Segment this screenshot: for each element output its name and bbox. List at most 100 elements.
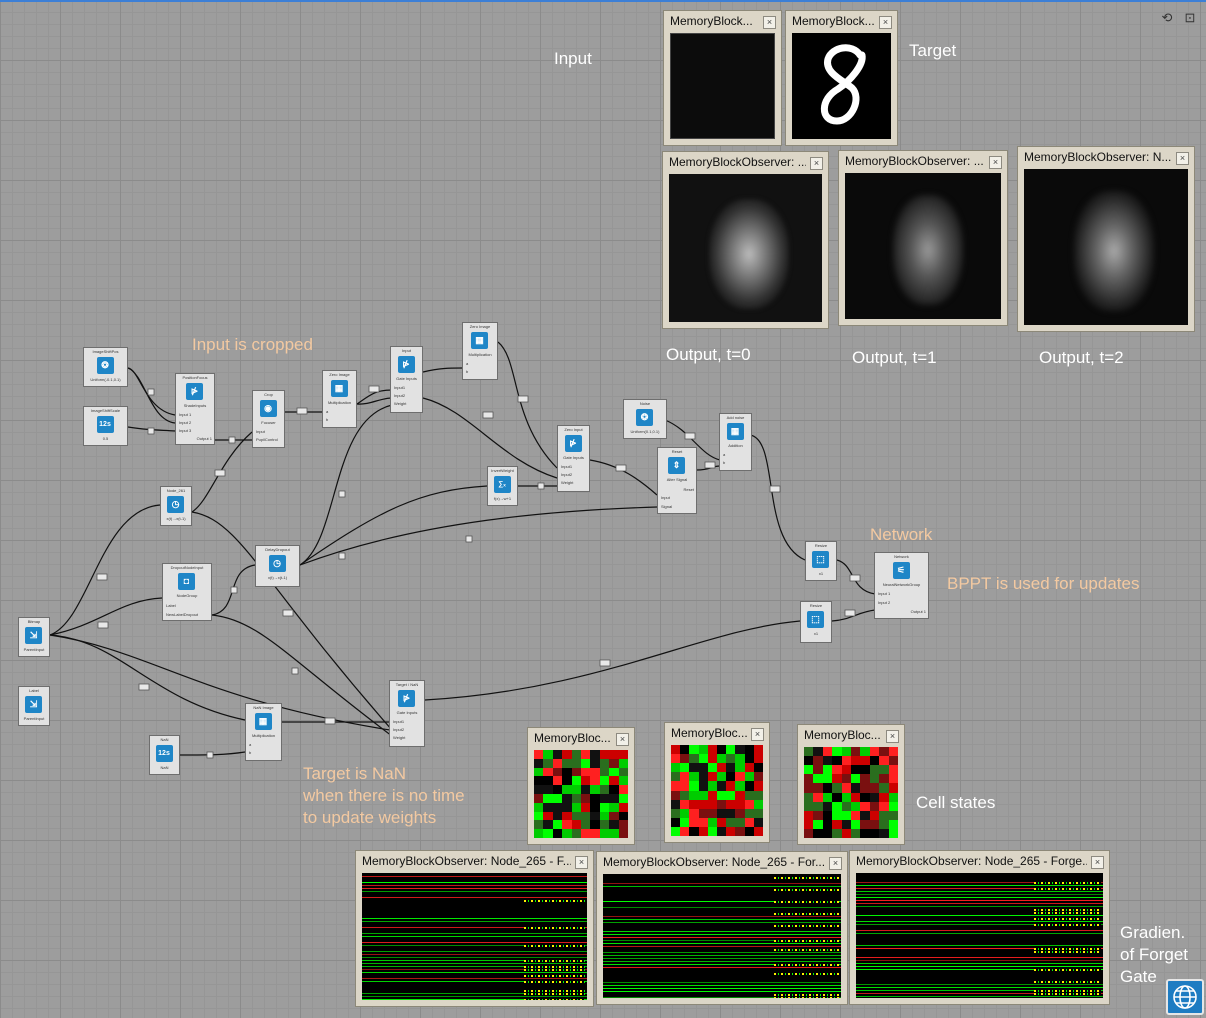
gradient-line <box>362 951 587 952</box>
gradient-noise <box>1033 912 1101 914</box>
close-icon[interactable]: × <box>1176 152 1189 165</box>
node-network[interactable]: Network ⚟ NeuralNetworkGroup Input 1 Inp… <box>874 552 929 619</box>
gradient-noise <box>1033 918 1101 920</box>
observer-cell-state-3[interactable]: MemoryBloc... × <box>797 724 905 845</box>
function-icon: ∑ₓ <box>493 476 511 493</box>
port-label: Input2 <box>394 393 406 398</box>
observer-cell-state-2[interactable]: MemoryBloc... × <box>664 722 770 843</box>
cell-square <box>841 828 852 838</box>
node-invert-weight[interactable]: InvertWeight ∑ₓ f(x)→w+1 <box>487 466 518 506</box>
gradient-line <box>362 921 587 922</box>
node-title: Input <box>402 348 411 353</box>
cell-square <box>888 828 898 838</box>
gate-icon: ⋫ <box>564 435 582 452</box>
gradient-line <box>856 963 1103 964</box>
node-zero-input[interactable]: Zero Input ⋫ Gate Inputs Input1 Input2 W… <box>557 425 590 492</box>
gradient-noise <box>1033 924 1101 926</box>
gradient-line <box>856 903 1103 904</box>
node-label[interactable]: Label ⇲ ParentInput <box>18 686 50 726</box>
wire-label <box>138 683 150 691</box>
gradient-noise <box>1033 969 1101 971</box>
observer-gradient-1[interactable]: MemoryBlockObserver: Node_265 - F... × <box>355 850 594 1007</box>
node-target-nan[interactable]: Target / NaN ⋫ Gate Inputs Input1 Input2… <box>389 680 425 747</box>
node-261[interactable]: Node_261 ◷ x(t)→x(t-1) <box>160 486 192 526</box>
signal-icon: ⇕ <box>668 457 685 474</box>
node-title: NaN <box>160 737 169 742</box>
node-title: Target / NaN <box>395 682 419 687</box>
annotation-gradient-2: of Forget <box>1120 945 1189 964</box>
node-image-shift-pos[interactable]: ImageShiftPos ❂ Uniform(-0.1,0.1) <box>83 347 128 387</box>
node-title: Noise <box>639 401 651 406</box>
close-icon[interactable]: × <box>829 857 842 870</box>
gradient-noise <box>524 945 585 947</box>
parent-input-icon: ⇲ <box>25 627 42 644</box>
node-reset[interactable]: Reset ⇕ Alter Signal Input Signal Reset <box>657 447 697 514</box>
node-image-shift-scale[interactable]: ImageShiftScale 12s 0.5 <box>83 406 128 446</box>
gradient-plot <box>603 874 841 998</box>
observer-output-t1[interactable]: MemoryBlockObserver: ... × <box>838 150 1008 326</box>
close-icon[interactable]: × <box>616 733 629 746</box>
node-delay-dropout[interactable]: DelayDropout ◷ x(t)→x(t-1) <box>255 545 300 587</box>
window-title: MemoryBloc... <box>534 731 611 745</box>
fit-view-icon[interactable]: ⊡ <box>1181 9 1199 27</box>
gate-icon: ⋫ <box>398 690 415 707</box>
gradient-noise <box>1033 993 1101 995</box>
resize-icon: ⬚ <box>807 611 824 628</box>
close-icon[interactable]: × <box>575 856 588 869</box>
node-resize-b[interactable]: Resize ⬚ x1 <box>800 601 832 643</box>
node-title: Add noise <box>726 415 745 420</box>
node-nan[interactable]: NaN 12s NaN <box>149 735 180 775</box>
annotation-network: Network <box>870 525 933 544</box>
gradient-line <box>362 957 587 958</box>
cell-square <box>753 826 763 836</box>
node-add-noise[interactable]: Add noise ▦ Addition a b <box>719 413 752 471</box>
cell-square <box>571 829 582 838</box>
grid-icon: ▦ <box>330 380 348 397</box>
port-label: Input <box>256 429 265 434</box>
observer-gradient-3[interactable]: MemoryBlockObserver: Node_265 - Forge...… <box>849 850 1110 1005</box>
node-zero-image-b[interactable]: Zero Image ▦ Multiplication a b <box>462 322 498 380</box>
node-position-focus[interactable]: PositionFocus ⋫ ShadeInputs Input 1 Inpu… <box>175 373 215 445</box>
node-bitmap[interactable]: Bitmap ⇲ ParentInput <box>18 617 50 657</box>
close-icon[interactable]: × <box>989 156 1002 169</box>
close-icon[interactable]: × <box>1091 856 1104 869</box>
port-label: Input <box>661 495 670 500</box>
cell-square <box>860 828 871 838</box>
close-icon[interactable]: × <box>810 157 823 170</box>
observer-target[interactable]: MemoryBlock... × <box>785 10 898 146</box>
gradient-line <box>856 960 1103 961</box>
gradient-noise <box>774 994 839 996</box>
port-label: Input1 <box>394 385 406 390</box>
close-icon[interactable]: × <box>763 16 776 29</box>
node-input-gate[interactable]: Input ⋫ Gate Inputs Input1 Input2 Weight <box>390 346 423 413</box>
node-subtitle: ParentInput <box>23 716 45 721</box>
gradient-line <box>603 988 841 989</box>
gradient-noise <box>774 940 839 942</box>
window-title: MemoryBlockObserver: ... <box>669 155 806 169</box>
close-icon[interactable]: × <box>879 16 892 29</box>
gradient-noise <box>1033 990 1101 992</box>
observer-output-t0[interactable]: MemoryBlockObserver: ... × <box>662 151 829 329</box>
node-zero-image-a[interactable]: Zero Image ▦ Multiplication a b <box>322 370 357 428</box>
parent-input-icon: ⇲ <box>25 696 42 713</box>
undo-icon[interactable]: ⟲ <box>1158 9 1176 27</box>
node-dropout-node-input[interactable]: DropoutNodeInput ◘ NodeGroup Label NewLa… <box>162 563 212 621</box>
node-noise[interactable]: Noise ❂ Uniform(0.1,0.1) <box>623 399 667 439</box>
gradient-noise <box>1033 951 1101 953</box>
port-label: Signal <box>661 504 673 509</box>
cell-square <box>543 829 554 838</box>
node-nan-image[interactable]: NaN Image ▦ Multiplication a b <box>245 703 282 761</box>
globe-icon[interactable] <box>1166 979 1204 1015</box>
close-icon[interactable]: × <box>886 730 899 743</box>
observer-input[interactable]: MemoryBlock... × <box>663 10 782 146</box>
gradient-line <box>856 885 1103 886</box>
observer-image-blank <box>670 33 775 139</box>
close-icon[interactable]: × <box>751 728 764 741</box>
observer-gradient-2[interactable]: MemoryBlockObserver: Node_265 - For... × <box>596 851 848 1005</box>
node-crop[interactable]: Crop ◉ Focuser Input PupilControl <box>252 390 285 448</box>
node-resize-a[interactable]: Resize ⬚ x1 <box>805 541 837 581</box>
observer-output-t2[interactable]: MemoryBlockObserver: N... × <box>1017 146 1195 332</box>
gradient-line <box>603 916 841 917</box>
node-subtitle: ParentInput <box>23 647 45 652</box>
observer-cell-state-1[interactable]: MemoryBloc... × <box>527 727 635 845</box>
